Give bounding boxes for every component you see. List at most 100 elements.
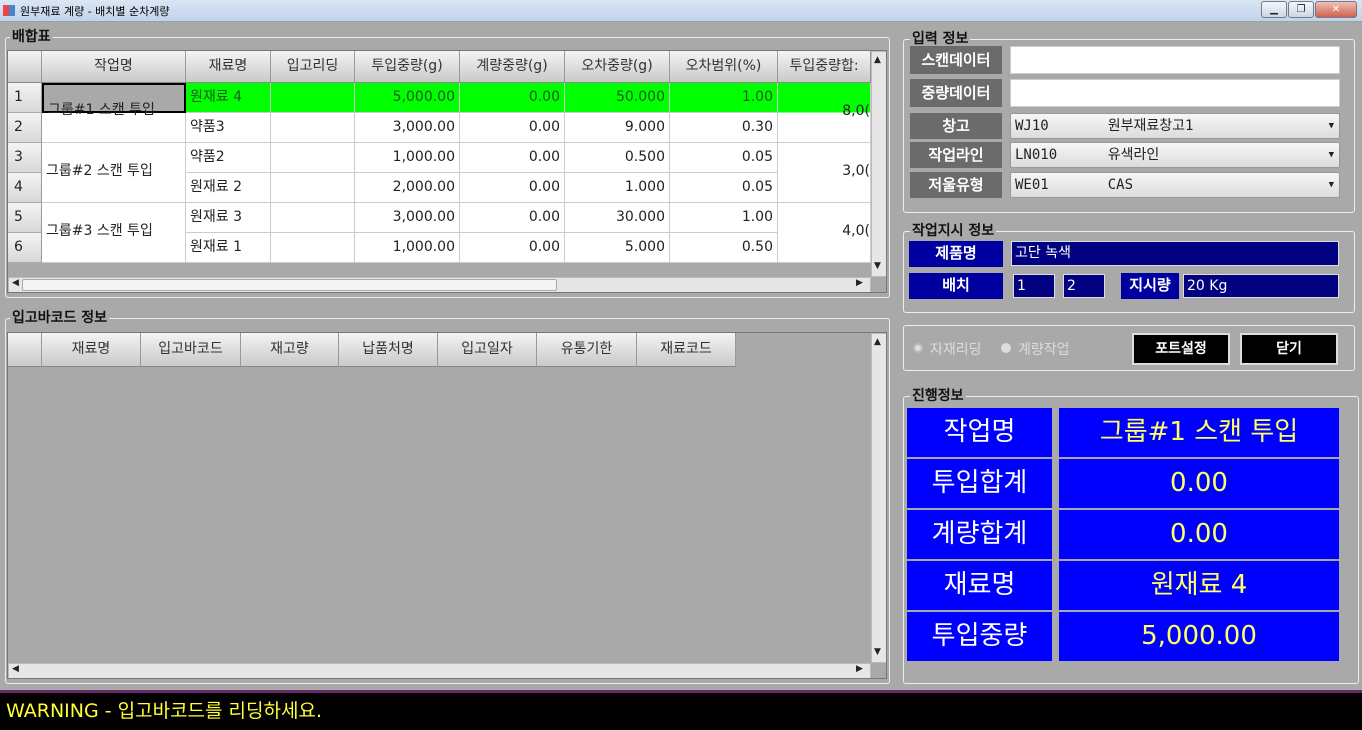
table-cell[interactable]: 1.00 bbox=[670, 83, 778, 113]
column-header[interactable]: 입고리딩 bbox=[271, 51, 355, 83]
warehouse-select[interactable]: WJ10 원부재료창고1 ▼ bbox=[1010, 113, 1340, 139]
row-header[interactable]: 1 bbox=[8, 83, 42, 113]
row-header[interactable]: 6 bbox=[8, 233, 42, 263]
column-header[interactable]: 오차범위(%) bbox=[670, 51, 778, 83]
table-cell[interactable]: 1,000.00 bbox=[355, 233, 460, 263]
table-cell[interactable]: 0.00 bbox=[460, 143, 565, 173]
radio-weighing-label[interactable]: 계량작업 bbox=[1018, 339, 1070, 359]
scroll-left-icon[interactable]: ◀ bbox=[12, 664, 19, 674]
scroll-right-icon[interactable]: ▶ bbox=[856, 278, 863, 288]
table-cell[interactable]: 0.00 bbox=[460, 113, 565, 143]
minimize-button[interactable]: ▁ bbox=[1261, 1, 1287, 18]
column-header[interactable]: 재고량 bbox=[241, 333, 339, 367]
row-header[interactable]: 4 bbox=[8, 173, 42, 203]
product-value: 고단 녹색 bbox=[1011, 241, 1339, 266]
table-cell[interactable]: 0.00 bbox=[460, 83, 565, 113]
group-sum-cell[interactable]: 4,0( bbox=[778, 203, 871, 263]
table-cell[interactable] bbox=[271, 173, 355, 203]
column-header[interactable]: 작업명 bbox=[42, 51, 186, 83]
maximize-button[interactable]: ❐ bbox=[1288, 1, 1314, 18]
table-cell[interactable]: 2,000.00 bbox=[355, 173, 460, 203]
recipe-grid[interactable]: 작업명 재료명 입고리딩 투입중량(g) 계량중량(g) 오차중량(g) 오차범위(%) 투입… bbox=[7, 50, 887, 293]
scale-type-label: 저울유형 bbox=[910, 172, 1002, 198]
table-cell[interactable]: 0.05 bbox=[670, 143, 778, 173]
table-cell[interactable]: 약품2 bbox=[186, 143, 271, 173]
scroll-up-icon[interactable]: ▲ bbox=[874, 55, 881, 65]
table-cell[interactable]: 50.000 bbox=[565, 83, 670, 113]
column-header[interactable]: 계량중량(g) bbox=[460, 51, 565, 83]
table-cell[interactable] bbox=[271, 83, 355, 113]
scale-type-select[interactable]: WE01 CAS ▼ bbox=[1010, 172, 1340, 198]
port-settings-button[interactable]: 포트설정 bbox=[1132, 333, 1230, 365]
table-cell[interactable]: 0.05 bbox=[670, 173, 778, 203]
column-header[interactable]: 입고일자 bbox=[438, 333, 537, 367]
group-sum-cell[interactable]: 3,0( bbox=[778, 143, 871, 203]
status-message: WARNING - 입고바코드를 리딩하세요. bbox=[6, 700, 322, 722]
table-cell[interactable]: 0.00 bbox=[460, 233, 565, 263]
row-header[interactable]: 2 bbox=[8, 113, 42, 143]
table-cell[interactable]: 원재료 4 bbox=[186, 83, 271, 113]
table-cell[interactable]: 1,000.00 bbox=[355, 143, 460, 173]
group-sum-cell[interactable]: 8,0( bbox=[778, 83, 871, 143]
row-header[interactable]: 5 bbox=[8, 203, 42, 233]
table-cell[interactable]: 0.00 bbox=[460, 173, 565, 203]
vertical-scrollbar[interactable] bbox=[871, 333, 886, 663]
table-cell[interactable]: 0.00 bbox=[460, 203, 565, 233]
table-cell[interactable]: 1.000 bbox=[565, 173, 670, 203]
scan-data-label: 스캔데이터 bbox=[910, 46, 1002, 74]
scroll-right-icon[interactable]: ▶ bbox=[856, 664, 863, 674]
group-name-cell[interactable]: 그룹#2 스캔 투입 bbox=[42, 143, 186, 203]
chevron-down-icon: ▼ bbox=[1328, 121, 1334, 131]
radio-material-reading-label[interactable]: 자재리딩 bbox=[930, 339, 982, 359]
horizontal-scrollbar[interactable] bbox=[8, 663, 871, 678]
weight-data-input[interactable] bbox=[1010, 79, 1340, 107]
close-button[interactable]: 닫기 bbox=[1240, 333, 1338, 365]
radio-weighing[interactable] bbox=[1001, 343, 1011, 353]
barcode-grid[interactable]: 재료명 입고바코드 재고량 납품처명 입고일자 유통기한 재료코드 ▲ ▼ ◀ ▶ bbox=[7, 332, 887, 679]
scan-data-input[interactable] bbox=[1010, 46, 1340, 74]
scroll-up-icon[interactable]: ▲ bbox=[874, 337, 881, 347]
table-cell[interactable]: 0.500 bbox=[565, 143, 670, 173]
table-cell[interactable]: 원재료 1 bbox=[186, 233, 271, 263]
batch-label: 배치 bbox=[909, 273, 1003, 299]
table-cell[interactable]: 3,000.00 bbox=[355, 203, 460, 233]
scroll-down-icon[interactable]: ▼ bbox=[874, 647, 881, 657]
column-header[interactable]: 재료명 bbox=[186, 51, 271, 83]
column-header[interactable]: 재료코드 bbox=[637, 333, 736, 367]
table-cell[interactable]: 5.000 bbox=[565, 233, 670, 263]
scroll-left-icon[interactable]: ◀ bbox=[12, 278, 19, 288]
table-cell[interactable] bbox=[271, 143, 355, 173]
column-header[interactable]: 유통기한 bbox=[537, 333, 637, 367]
table-cell[interactable]: 1.00 bbox=[670, 203, 778, 233]
group-name-cell[interactable]: 그룹#3 스캔 투입 bbox=[42, 203, 186, 263]
group-name-cell[interactable]: 그룹#1 스캔 투입 bbox=[42, 83, 186, 118]
table-cell[interactable]: 0.30 bbox=[670, 113, 778, 143]
table-cell[interactable]: 0.50 bbox=[670, 233, 778, 263]
table-cell[interactable]: 3,000.00 bbox=[355, 113, 460, 143]
table-cell[interactable]: 원재료 3 bbox=[186, 203, 271, 233]
column-header[interactable]: 투입중량(g) bbox=[355, 51, 460, 83]
column-header[interactable]: 오차중량(g) bbox=[565, 51, 670, 83]
row-header[interactable]: 3 bbox=[8, 143, 42, 173]
close-window-button[interactable]: ✕ bbox=[1315, 1, 1357, 18]
title-bar: 원부재료 계량 - 배치별 순차계량 ▁ ❐ ✕ bbox=[0, 0, 1362, 22]
column-header[interactable]: 투입중량합: bbox=[778, 51, 871, 83]
table-cell[interactable]: 9.000 bbox=[565, 113, 670, 143]
work-line-select[interactable]: LN010 유색라인 ▼ bbox=[1010, 142, 1340, 168]
column-header[interactable]: 입고바코드 bbox=[141, 333, 241, 367]
table-cell[interactable] bbox=[271, 113, 355, 143]
progress-label: 계량합계 bbox=[907, 510, 1052, 559]
scroll-thumb[interactable] bbox=[22, 279, 557, 291]
column-header[interactable]: 재료명 bbox=[42, 333, 141, 367]
table-cell[interactable] bbox=[271, 233, 355, 263]
radio-material-reading[interactable] bbox=[913, 343, 923, 353]
vertical-scrollbar[interactable] bbox=[871, 51, 886, 277]
table-cell[interactable]: 약품3 bbox=[186, 113, 271, 143]
scroll-down-icon[interactable]: ▼ bbox=[874, 261, 881, 271]
chevron-down-icon: ▼ bbox=[1328, 180, 1334, 190]
table-cell[interactable]: 5,000.00 bbox=[355, 83, 460, 113]
column-header[interactable]: 납품처명 bbox=[339, 333, 438, 367]
table-cell[interactable] bbox=[271, 203, 355, 233]
table-cell[interactable]: 원재료 2 bbox=[186, 173, 271, 203]
table-cell[interactable]: 30.000 bbox=[565, 203, 670, 233]
